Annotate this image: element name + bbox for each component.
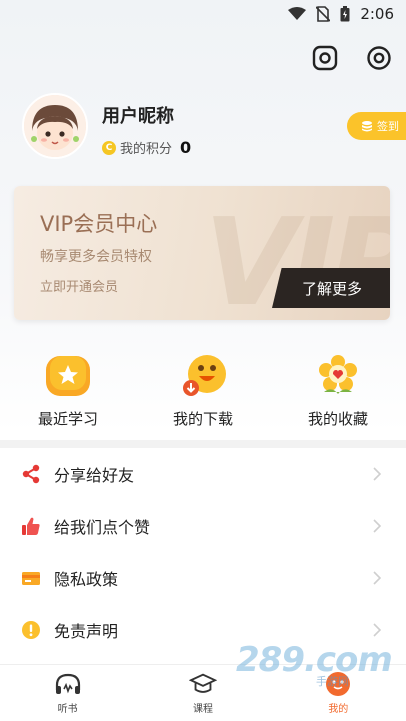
quick-action-label: 我的下载 xyxy=(172,410,233,428)
tab-label: 听书 xyxy=(57,704,78,715)
menu-item-label: 分享给好友 xyxy=(54,466,135,485)
avatar[interactable] xyxy=(22,93,88,159)
menu-item-label: 隐私政策 xyxy=(54,570,119,589)
quick-action-favorites[interactable]: 我的收藏 xyxy=(278,352,398,429)
girl-avatar-icon xyxy=(24,95,86,157)
download-face-icon xyxy=(179,352,227,400)
chevron-right-icon xyxy=(373,623,382,637)
signin-button[interactable]: 签到 xyxy=(347,112,406,140)
wifi-icon xyxy=(288,7,307,20)
quick-action-label: 我的收藏 xyxy=(307,410,368,428)
quick-action-recent[interactable]: 最近学习 xyxy=(8,352,128,429)
exclamation-icon xyxy=(20,619,42,641)
points-row[interactable]: C 我的积分 0 xyxy=(102,138,191,157)
settings-button[interactable] xyxy=(365,44,393,72)
vip-title: VIP会员中心 xyxy=(40,212,158,236)
points-value: 0 xyxy=(180,138,192,157)
profile-page: 2:06 用户昵称 C 我的积分 0 签到 VI VIP会员中心 畅享更多会员特… xyxy=(0,0,406,721)
coin-icon: C xyxy=(102,140,116,155)
tab-label: 我的 xyxy=(328,704,349,715)
tab-listen[interactable]: 听书 xyxy=(0,665,135,721)
nickname[interactable]: 用户昵称 xyxy=(102,102,174,128)
signin-label: 签到 xyxy=(377,120,399,133)
section-divider xyxy=(0,440,406,448)
chevron-right-icon xyxy=(373,467,382,481)
site-watermark: 289.com xyxy=(236,640,393,680)
status-time: 2:06 xyxy=(360,5,394,23)
quick-action-downloads[interactable]: 我的下载 xyxy=(143,352,263,429)
tab-label: 课程 xyxy=(192,704,213,715)
learn-more-button[interactable]: 了解更多 xyxy=(272,268,390,308)
settings-menu: 分享给好友 给我们点个赞 隐私政策 免责声明 xyxy=(0,448,406,656)
menu-item-privacy[interactable]: 隐私政策 xyxy=(0,552,406,604)
menu-item-share[interactable]: 分享给好友 xyxy=(0,448,406,500)
chevron-right-icon xyxy=(373,571,382,585)
graduation-cap-icon xyxy=(188,671,217,697)
vip-subtitle: 畅享更多会员特权 xyxy=(40,249,152,265)
quick-action-label: 最近学习 xyxy=(37,410,98,428)
chevron-right-icon xyxy=(373,519,382,533)
points-label: 我的积分 xyxy=(120,142,173,157)
headphones-icon xyxy=(54,671,82,697)
battery-charging-icon xyxy=(340,6,350,22)
no-sim-icon xyxy=(316,6,331,22)
privacy-card-icon xyxy=(20,567,42,589)
thumbs-up-icon xyxy=(20,515,42,537)
camera-scan-icon xyxy=(312,45,338,71)
vip-subtitle-2: 立即开通会员 xyxy=(40,280,119,295)
vip-card[interactable]: VIP VIP会员中心 畅享更多会员特权 立即开通会员 了解更多 xyxy=(14,186,390,320)
menu-item-label: 给我们点个赞 xyxy=(54,518,151,537)
favorite-flower-icon xyxy=(314,352,362,400)
share-icon xyxy=(20,463,42,485)
star-badge-icon xyxy=(44,352,92,400)
coin-stack-icon xyxy=(362,121,372,132)
site-watermark-sub: 手游网 xyxy=(316,675,349,688)
status-bar: 2:06 xyxy=(0,0,406,28)
gear-icon xyxy=(367,46,391,70)
menu-item-like[interactable]: 给我们点个赞 xyxy=(0,500,406,552)
menu-item-label: 免责声明 xyxy=(54,622,119,641)
scan-button[interactable] xyxy=(311,44,339,72)
